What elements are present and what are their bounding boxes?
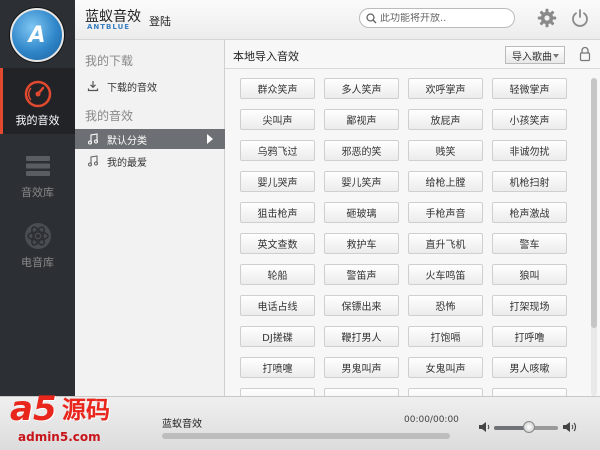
sound-button[interactable]: 电话占线: [240, 295, 315, 316]
downloads-heading: 我的下载: [85, 54, 134, 68]
main-nav: A 我的音效 音效库 电音库: [0, 0, 75, 450]
brand-subtitle: ANTBLUE: [87, 23, 131, 31]
title-bar: 蓝蚁音效 ANTBLUE 登陆: [75, 0, 600, 40]
sound-button[interactable]: 婴儿哭声: [240, 171, 315, 192]
sound-grid: 群众笑声 多人笑声 欢呼掌声 轻微掌声尖叫声 鄙视声 放屁声 小孩笑声乌鸦飞过 邪恶的笑 贱笑非…: [240, 78, 575, 396]
import-label: 导入歌曲: [512, 51, 552, 63]
sound-button[interactable]: [324, 388, 399, 396]
atom-icon: [24, 223, 51, 249]
login-link[interactable]: 登陆: [149, 13, 171, 29]
sound-button[interactable]: 乌鸦飞过: [240, 140, 315, 161]
power-icon[interactable]: [570, 8, 590, 28]
app-logo: A: [10, 8, 64, 62]
category-label: 下载的音效: [107, 82, 157, 94]
arrow-right-icon: [207, 134, 213, 144]
watermark-text: 源码: [62, 396, 110, 424]
search-box[interactable]: [359, 8, 515, 28]
music-note-icon: [88, 155, 98, 167]
scrollbar[interactable]: [591, 78, 597, 396]
nav-label: 音效库: [21, 186, 54, 199]
sound-button[interactable]: [408, 388, 483, 396]
sound-button[interactable]: 狙击枪声: [240, 202, 315, 223]
category-label: 我的最爱: [107, 157, 147, 169]
sound-button[interactable]: 救护车: [324, 233, 399, 254]
sound-button[interactable]: [240, 388, 315, 396]
category-favorites[interactable]: 我的最爱: [75, 151, 225, 171]
watermark-url: admin5.com: [18, 430, 101, 444]
sound-button[interactable]: 警车: [492, 233, 567, 254]
sound-button[interactable]: 打呼噜: [492, 326, 567, 347]
sound-button[interactable]: 手枪声音: [408, 202, 483, 223]
import-songs-dropdown[interactable]: 导入歌曲: [505, 46, 565, 64]
sound-button[interactable]: 邪恶的笑: [324, 140, 399, 161]
nav-label: 电音库: [21, 256, 54, 269]
sound-button[interactable]: 多人笑声: [324, 78, 399, 99]
sound-button[interactable]: 警笛声: [324, 264, 399, 285]
sound-button[interactable]: 打喷嚏: [240, 357, 315, 378]
sound-button[interactable]: 直升飞机: [408, 233, 483, 254]
sound-button[interactable]: 群众笑声: [240, 78, 315, 99]
nav-item-my-sounds[interactable]: 我的音效: [0, 68, 75, 134]
search-input[interactable]: [380, 12, 510, 24]
stack-icon: [25, 156, 50, 176]
volume-handle[interactable]: [523, 421, 536, 433]
sound-button[interactable]: 英文查数: [240, 233, 315, 254]
sound-button[interactable]: DJ搓碟: [240, 326, 315, 347]
watermark-logo: a5: [10, 389, 57, 429]
sound-button[interactable]: 鞭打男人: [324, 326, 399, 347]
nav-item-electronic-library[interactable]: 电音库: [0, 210, 75, 276]
sound-button[interactable]: 非诚勿扰: [492, 140, 567, 161]
chevron-down-icon: [553, 54, 559, 58]
volume-low-icon[interactable]: [478, 421, 492, 433]
sound-button[interactable]: 砸玻璃: [324, 202, 399, 223]
sound-button[interactable]: 打架现场: [492, 295, 567, 316]
sound-button[interactable]: 恐怖: [408, 295, 483, 316]
now-playing-title: 蓝蚁音效: [162, 419, 202, 430]
category-downloaded[interactable]: 下载的音效: [75, 76, 225, 96]
sound-button[interactable]: 尖叫声: [240, 109, 315, 130]
volume-slider[interactable]: [494, 421, 558, 433]
gear-icon[interactable]: [537, 8, 557, 28]
sound-button[interactable]: 轮船: [240, 264, 315, 285]
category-label: 默认分类: [107, 135, 147, 147]
scrollbar-thumb[interactable]: [591, 78, 597, 328]
category-default[interactable]: 默认分类: [75, 129, 225, 149]
sound-button[interactable]: 鄙视声: [324, 109, 399, 130]
music-note-icon: [88, 133, 98, 145]
download-icon: [87, 81, 99, 92]
divider: [225, 68, 600, 69]
sound-button[interactable]: 放屁声: [408, 109, 483, 130]
nav-label: 我的音效: [15, 114, 60, 127]
sound-button[interactable]: 狼叫: [492, 264, 567, 285]
nav-item-sound-library[interactable]: 音效库: [0, 140, 75, 206]
sound-button[interactable]: 火车鸣笛: [408, 264, 483, 285]
search-icon: [366, 12, 377, 23]
sound-button[interactable]: 男人咳嗽: [492, 357, 567, 378]
sound-panel: 本地导入音效 导入歌曲 群众笑声 多人笑声 欢呼掌声 轻微掌声尖叫声 鄙视声 放屁声 小孩笑…: [225, 40, 600, 396]
speedometer-icon: [24, 80, 51, 108]
my-sounds-heading: 我的音效: [85, 109, 134, 123]
sound-button[interactable]: 打饱嗝: [408, 326, 483, 347]
progress-bar[interactable]: [162, 433, 450, 439]
sound-button[interactable]: 贱笑: [408, 140, 483, 161]
sound-button[interactable]: [492, 388, 567, 396]
sound-button[interactable]: 男鬼叫声: [324, 357, 399, 378]
play-time: 00:00/00:00: [404, 415, 459, 425]
sound-button[interactable]: 婴儿笑声: [324, 171, 399, 192]
sound-button[interactable]: 保镖出来: [324, 295, 399, 316]
lock-icon[interactable]: [579, 46, 591, 62]
sound-button[interactable]: 机枪扫射: [492, 171, 567, 192]
sound-button[interactable]: 给枪上膛: [408, 171, 483, 192]
watermark: a5 源码 admin5.com: [0, 388, 160, 450]
sound-button[interactable]: 女鬼叫声: [408, 357, 483, 378]
sound-button[interactable]: 小孩笑声: [492, 109, 567, 130]
sound-button[interactable]: 枪声激战: [492, 202, 567, 223]
volume-high-icon[interactable]: [562, 421, 578, 433]
ant-logo-icon: A: [28, 22, 46, 48]
sound-button[interactable]: 轻微掌声: [492, 78, 567, 99]
panel-title: 本地导入音效: [233, 50, 299, 63]
sound-button[interactable]: 欢呼掌声: [408, 78, 483, 99]
